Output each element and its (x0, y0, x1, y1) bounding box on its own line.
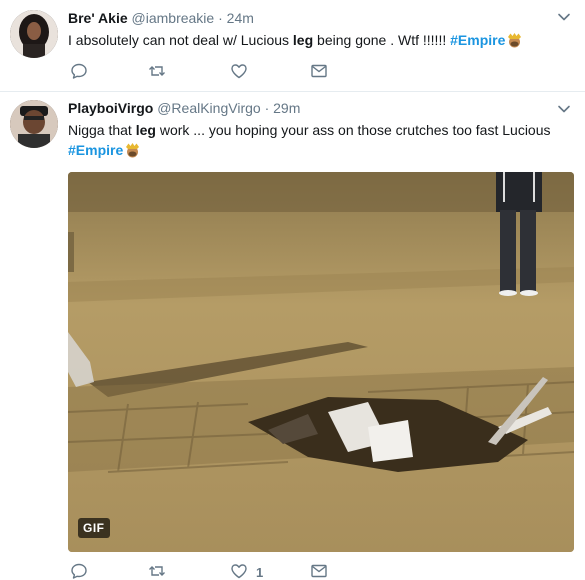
chevron-down-icon[interactable] (557, 10, 571, 24)
message-button[interactable] (310, 562, 328, 580)
separator: · (264, 100, 270, 116)
hashtag-link[interactable]: #Empire (68, 142, 123, 158)
gif-badge: GIF (78, 518, 110, 538)
retweet-button[interactable] (148, 62, 166, 82)
timestamp[interactable]: 29m (273, 100, 300, 116)
like-button[interactable]: 1 (230, 562, 263, 580)
avatar[interactable] (10, 10, 58, 58)
tweet-header: Bre' Akie @iambreakie · 24m (68, 9, 254, 27)
reply-button[interactable] (70, 62, 88, 82)
tweet-text: I absolutely can not deal w/ Lucious leg… (68, 30, 568, 50)
tweet[interactable]: PlayboiVirgo @RealKingVirgo · 29m Nigga … (0, 92, 585, 580)
user-handle[interactable]: @RealKingVirgo (157, 100, 260, 116)
tweet-text-part: I absolutely can not deal w/ Lucious (68, 32, 293, 48)
tweet-text-highlight: leg (135, 122, 156, 138)
reply-icon (70, 62, 88, 83)
tweet-actions (68, 62, 348, 82)
like-count: 1 (256, 564, 264, 580)
reply-icon (70, 562, 88, 580)
separator: · (218, 10, 223, 26)
gif-frame-image (68, 172, 574, 552)
user-name[interactable]: PlayboiVirgo (68, 100, 153, 116)
user-handle[interactable]: @iambreakie (132, 10, 215, 26)
heart-icon (230, 62, 248, 83)
tweet-text: Nigga that leg work ... you hoping your … (68, 120, 568, 160)
retweet-icon (148, 62, 166, 83)
tweet[interactable]: Bre' Akie @iambreakie · 24m I absolutely… (0, 0, 585, 92)
chevron-down-icon[interactable] (557, 102, 571, 116)
gif-media[interactable]: GIF (68, 172, 574, 552)
timestamp[interactable]: 24m (227, 10, 254, 26)
empire-emoji-icon (124, 142, 141, 158)
retweet-button[interactable] (148, 562, 166, 580)
mail-icon (310, 62, 328, 83)
tweet-actions: 1 (68, 562, 348, 580)
message-button[interactable] (310, 62, 328, 82)
tweet-text-part: work ... you hoping your ass on those cr… (155, 122, 551, 138)
tweet-header: PlayboiVirgo @RealKingVirgo · 29m (68, 99, 300, 117)
like-button[interactable] (230, 62, 248, 82)
heart-icon (230, 562, 248, 580)
hashtag-link[interactable]: #Empire (450, 32, 505, 48)
tweet-text-part: being gone . Wtf !!!!!! (313, 32, 451, 48)
reply-button[interactable] (70, 562, 88, 580)
user-name[interactable]: Bre' Akie (68, 10, 128, 26)
mail-icon (310, 562, 328, 580)
empire-emoji-icon (506, 32, 523, 48)
avatar[interactable] (10, 100, 58, 148)
retweet-icon (148, 562, 166, 580)
tweet-text-part: Nigga that (68, 122, 136, 138)
tweet-text-highlight: leg (292, 32, 314, 48)
